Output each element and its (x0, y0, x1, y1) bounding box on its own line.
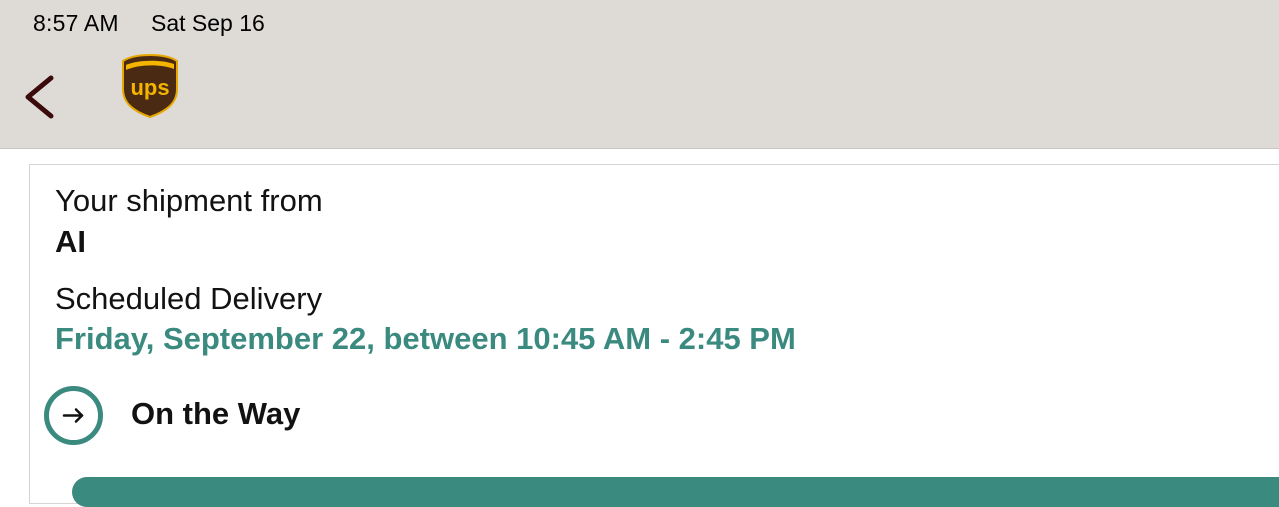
delivery-window: Friday, September 22, between 10:45 AM -… (55, 321, 796, 356)
shipment-from-label: Your shipment from (55, 183, 323, 218)
status-time: 8:57 AM (33, 10, 119, 36)
arrow-right-circle-icon (43, 385, 104, 446)
shipper-name: AI (55, 224, 86, 259)
shipment-status: On the Way (131, 396, 301, 431)
app-header: 8:57 AM Sat Sep 16 ups (0, 0, 1279, 149)
scheduled-delivery-label: Scheduled Delivery (55, 281, 323, 316)
chevron-left-icon (25, 75, 54, 119)
ups-logo: ups (121, 53, 179, 119)
svg-text:ups: ups (130, 75, 169, 100)
status-date: Sat Sep 16 (151, 10, 265, 36)
back-button[interactable] (14, 68, 64, 126)
progress-button[interactable] (72, 477, 1279, 507)
